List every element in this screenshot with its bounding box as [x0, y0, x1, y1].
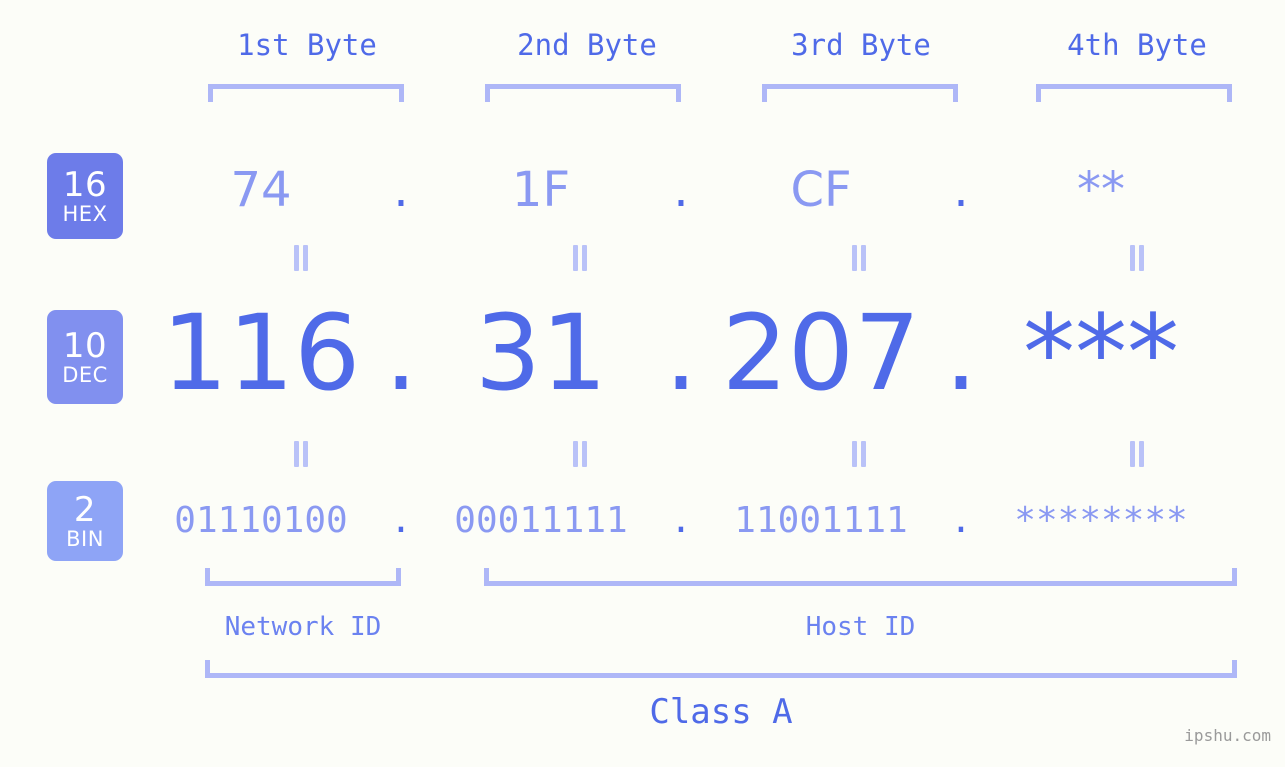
equals-icon-dec-bin-4	[1128, 441, 1146, 467]
byte-header-2: 2nd Byte	[517, 28, 657, 62]
equals-icon-hex-dec-1	[292, 245, 310, 271]
byte-header-4: 4th Byte	[1067, 28, 1207, 62]
base-badge-dec-label: DEC	[62, 362, 108, 387]
dec-separator-1: .	[384, 292, 418, 414]
bin-byte-1: 01110100	[174, 499, 348, 541]
hex-byte-2: 1F	[511, 162, 571, 218]
hex-value-row: 74 . 1F . CF . **	[150, 150, 1270, 230]
bin-byte-2: 00011111	[454, 499, 628, 541]
base-badge-bin-number: 2	[73, 489, 97, 530]
host-id-label: Host ID	[805, 612, 916, 642]
dec-byte-3: 207	[721, 292, 921, 414]
dec-separator-3: .	[944, 292, 978, 414]
equals-icon-dec-bin-2	[571, 441, 589, 467]
host-id-bracket	[484, 568, 1237, 586]
hex-byte-1: 74	[230, 162, 292, 218]
hex-separator-3: .	[953, 162, 969, 218]
byte-bracket-1	[208, 84, 404, 102]
byte-bracket-3	[762, 84, 958, 102]
hex-byte-3: CF	[790, 162, 852, 218]
site-watermark: ipshu.com	[1184, 726, 1271, 745]
hex-separator-1: .	[393, 162, 409, 218]
bin-separator-1: .	[390, 499, 412, 541]
class-bracket	[205, 660, 1237, 678]
base-badge-dec: 10 DEC	[47, 310, 123, 404]
base-badge-hex-label: HEX	[62, 201, 108, 226]
bin-value-row: 01110100 . 00011111 . 11001111 . *******…	[150, 484, 1270, 556]
bin-byte-3: 11001111	[734, 499, 908, 541]
base-badge-bin: 2 BIN	[47, 481, 123, 561]
bin-byte-4: ********	[1014, 499, 1188, 541]
hex-byte-4: **	[1077, 162, 1125, 218]
base-badge-bin-label: BIN	[66, 526, 104, 551]
dec-byte-4: ***	[1023, 292, 1179, 414]
dec-byte-2: 31	[474, 292, 608, 414]
equals-icon-dec-bin-3	[850, 441, 868, 467]
network-id-label: Network ID	[224, 612, 382, 642]
byte-header-1: 1st Byte	[237, 28, 377, 62]
byte-bracket-4	[1036, 84, 1232, 102]
dec-separator-2: .	[664, 292, 698, 414]
ip-address-breakdown-diagram: 1st Byte 2nd Byte 3rd Byte 4th Byte 16 H…	[0, 0, 1285, 767]
byte-header-3: 3rd Byte	[791, 28, 931, 62]
hex-separator-2: .	[673, 162, 689, 218]
class-label: Class A	[649, 692, 793, 732]
equals-icon-hex-dec-4	[1128, 245, 1146, 271]
base-badge-hex: 16 HEX	[47, 153, 123, 239]
base-badge-dec-number: 10	[62, 325, 108, 366]
dec-value-row: 116 . 31 . 207 . ***	[150, 288, 1270, 418]
equals-icon-dec-bin-1	[292, 441, 310, 467]
bin-separator-2: .	[670, 499, 692, 541]
bin-separator-3: .	[950, 499, 972, 541]
equals-icon-hex-dec-2	[571, 245, 589, 271]
base-badge-hex-number: 16	[62, 164, 108, 205]
dec-byte-1: 116	[161, 292, 361, 414]
network-id-bracket	[205, 568, 401, 586]
byte-bracket-2	[485, 84, 681, 102]
equals-icon-hex-dec-3	[850, 245, 868, 271]
